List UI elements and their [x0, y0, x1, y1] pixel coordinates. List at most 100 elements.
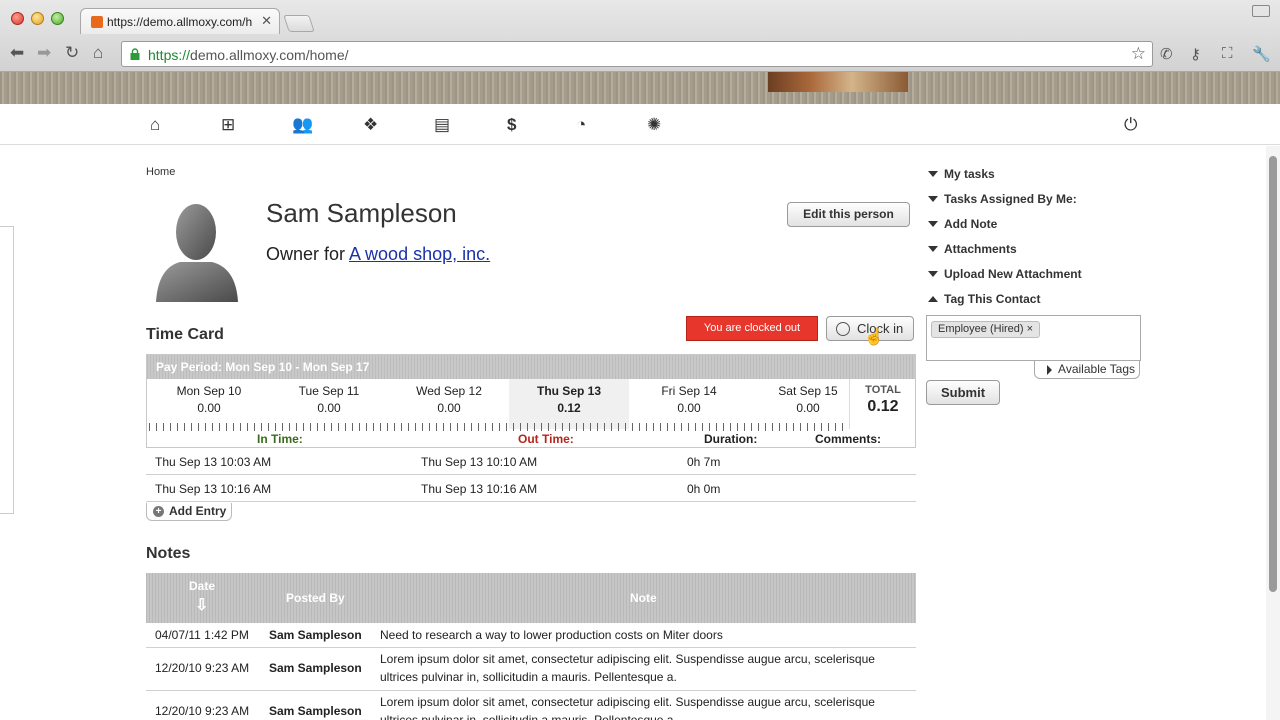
- favicon-icon: [91, 16, 103, 28]
- sidebar-item-tag-contact[interactable]: Tag This Contact: [928, 292, 1040, 306]
- dollar-icon[interactable]: $: [507, 116, 516, 134]
- triangle-up-icon: [928, 296, 938, 302]
- company-link[interactable]: A wood shop, inc.: [349, 244, 490, 264]
- day-cell-selected[interactable]: Thu Sep 13 0.12: [509, 379, 629, 429]
- lock-icon: [130, 48, 140, 60]
- edit-person-button[interactable]: Edit this person: [787, 202, 910, 227]
- key-icon[interactable]: ⚷: [1190, 45, 1201, 63]
- duration-header: Duration:: [704, 432, 758, 446]
- dropbox-icon[interactable]: ❖: [363, 116, 378, 134]
- sidebar-item-add-note[interactable]: Add Note: [928, 217, 997, 231]
- note-text: Lorem ipsum dolor sit amet, consectetur …: [380, 695, 875, 720]
- sidebar-item-my-tasks[interactable]: My tasks: [928, 167, 995, 181]
- note-date: 04/07/11 1:42 PM: [155, 628, 249, 642]
- remove-tag-icon[interactable]: ×: [1027, 323, 1033, 335]
- pie-chart-icon[interactable]: ◔: [576, 116, 586, 134]
- entry-in-time: Thu Sep 13 10:03 AM: [155, 455, 272, 469]
- breadcrumb[interactable]: Home: [146, 166, 175, 178]
- sidebar-item-attachments[interactable]: Attachments: [928, 242, 1017, 256]
- clock-status-badge: You are clocked out: [686, 316, 818, 341]
- people-icon[interactable]: 👥: [292, 116, 313, 134]
- time-ruler: [149, 423, 847, 431]
- table-row[interactable]: Thu Sep 13 10:03 AM Thu Sep 13 10:10 AM …: [146, 448, 916, 475]
- sidebar-item-label: Add Note: [944, 217, 998, 231]
- posted-by-column-header[interactable]: Posted By: [286, 591, 345, 605]
- zoom-window-button[interactable]: [51, 12, 64, 25]
- day-hours: 0.00: [437, 401, 461, 415]
- note-date: 12/20/10 9:23 AM: [155, 704, 250, 718]
- triangle-right-icon: [1047, 365, 1052, 375]
- network-icon[interactable]: ⊞: [221, 116, 235, 134]
- extension-icon[interactable]: ✆: [1160, 45, 1173, 63]
- tag-chip[interactable]: Employee (Hired) ×: [931, 321, 1041, 338]
- sidebar-item-upload-attachment[interactable]: Upload New Attachment: [928, 267, 1082, 281]
- scrollbar-thumb[interactable]: [1269, 156, 1277, 592]
- address-bar[interactable]: https://demo.allmoxy.com/home/ ☆: [121, 41, 1153, 67]
- person-role: Owner for A wood shop, inc.: [266, 244, 490, 265]
- day-hours: 0.00: [317, 401, 341, 415]
- tag-input[interactable]: Employee (Hired) ×: [926, 315, 1141, 361]
- day-cell[interactable]: Fri Sep 14 0.00: [629, 379, 749, 429]
- notes-table-header: Date ⇩ Posted By Note: [146, 573, 916, 623]
- screen-icon[interactable]: ⛶: [1222, 45, 1233, 62]
- gear-icon[interactable]: ✺: [647, 116, 661, 134]
- day-name: Wed Sep 12: [416, 384, 482, 398]
- close-window-button[interactable]: [11, 12, 24, 25]
- out-time-header: Out Time:: [518, 432, 574, 446]
- triangle-down-icon: [928, 271, 938, 277]
- table-row[interactable]: 12/20/10 9:23 AM Sam Sampleson Lorem ips…: [146, 648, 916, 691]
- day-name: Mon Sep 10: [176, 384, 242, 398]
- back-icon[interactable]: ⬅: [10, 44, 24, 62]
- side-panel-handle[interactable]: [0, 226, 14, 514]
- url-text: https://demo.allmoxy.com/home/: [148, 47, 349, 63]
- note-author: Sam Sampleson: [269, 628, 362, 642]
- new-tab-button[interactable]: [283, 15, 315, 32]
- power-icon[interactable]: ⏻: [1124, 116, 1137, 134]
- day-cell[interactable]: Mon Sep 10 0.00: [149, 379, 269, 429]
- sidebar-item-label: Upload New Attachment: [944, 267, 1082, 281]
- printer-icon[interactable]: ▤: [434, 116, 450, 134]
- role-prefix: Owner for: [266, 244, 350, 264]
- day-hours: 0.00: [197, 401, 221, 415]
- avatar: [156, 204, 238, 302]
- add-entry-button[interactable]: + Add Entry: [146, 503, 232, 521]
- mouse-cursor-icon: ☝: [864, 329, 884, 346]
- day-name: Tue Sep 11: [298, 384, 360, 398]
- fullscreen-icon[interactable]: [1252, 5, 1270, 17]
- entry-out-time: Thu Sep 13 10:16 AM: [421, 482, 538, 496]
- wrench-icon[interactable]: 🔧: [1252, 45, 1271, 63]
- main-nav: ⌂ ⊞ 👥 ❖ ▤ $ ◔ ✺ ⏻: [0, 104, 1280, 145]
- note-date: 12/20/10 9:23 AM: [155, 661, 250, 675]
- entry-in-time: Thu Sep 13 10:16 AM: [155, 482, 272, 496]
- tab-title: https://demo.allmoxy.com/h: [107, 15, 253, 29]
- bookmark-star-icon[interactable]: ☆: [1131, 44, 1146, 64]
- available-tags-toggle[interactable]: Available Tags: [1034, 361, 1140, 379]
- sidebar-item-label: Tag This Contact: [944, 292, 1041, 306]
- home-icon[interactable]: ⌂: [150, 116, 160, 134]
- home-browser-icon[interactable]: ⌂: [93, 44, 103, 62]
- day-cell[interactable]: Tue Sep 11 0.00: [269, 379, 389, 429]
- minimize-window-button[interactable]: [31, 12, 44, 25]
- sidebar-item-tasks-assigned[interactable]: Tasks Assigned By Me:: [928, 192, 1077, 206]
- reload-icon[interactable]: ↻: [65, 44, 79, 62]
- table-row[interactable]: Thu Sep 13 10:16 AM Thu Sep 13 10:16 AM …: [146, 475, 916, 502]
- tab-close-icon[interactable]: ✕: [261, 13, 272, 29]
- note-column-header[interactable]: Note: [630, 591, 657, 605]
- person-name: Sam Sampleson: [266, 198, 457, 228]
- sort-arrow-icon[interactable]: ⇩: [195, 595, 208, 615]
- date-column-header[interactable]: Date: [189, 579, 215, 593]
- note-author: Sam Sampleson: [269, 661, 362, 675]
- scrollbar[interactable]: [1266, 146, 1280, 720]
- submit-button[interactable]: Submit: [926, 380, 1000, 405]
- browser-tab[interactable]: https://demo.allmoxy.com/h ✕: [80, 8, 280, 34]
- notes-title: Notes: [146, 545, 191, 562]
- triangle-down-icon: [928, 196, 938, 202]
- table-row[interactable]: 04/07/11 1:42 PM Sam Sampleson Need to r…: [146, 623, 916, 648]
- day-cell[interactable]: Wed Sep 12 0.00: [389, 379, 509, 429]
- forward-icon[interactable]: ➡: [37, 44, 51, 62]
- table-row[interactable]: 12/20/10 9:23 AM Sam Sampleson Lorem ips…: [146, 691, 916, 720]
- pay-period: Pay Period: Mon Sep 10 - Mon Sep 17: [147, 355, 915, 379]
- plus-icon: +: [153, 506, 164, 517]
- entry-duration: 0h 7m: [687, 455, 721, 469]
- clock-icon: [836, 322, 850, 336]
